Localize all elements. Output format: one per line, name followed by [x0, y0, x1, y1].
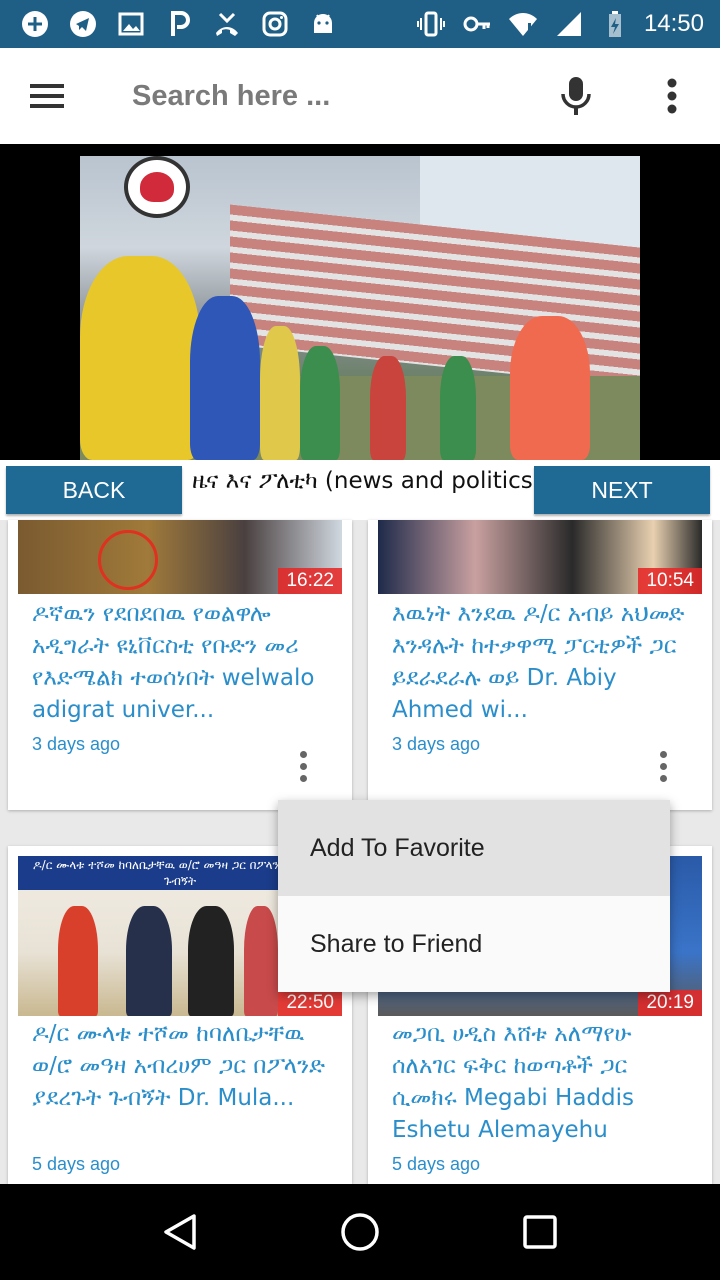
next-button[interactable]: NEXT: [534, 466, 710, 514]
duration-badge: 10:54: [638, 568, 702, 594]
search-input[interactable]: Search here ...: [96, 80, 528, 113]
card-more-icon[interactable]: [648, 744, 678, 788]
image-icon: [114, 7, 148, 41]
video-player-figure: [440, 356, 476, 460]
video-player-figure: [300, 346, 340, 460]
android-icon: [306, 7, 340, 41]
wifi-icon: [506, 7, 540, 41]
search-toolbar: Search here ...: [0, 48, 720, 144]
video-date: 5 days ago: [392, 1154, 481, 1174]
video-player-figure: [80, 256, 200, 460]
status-time: 14:50: [643, 10, 704, 37]
duration-badge: 20:19: [638, 990, 702, 1016]
back-button[interactable]: BACK: [6, 466, 182, 514]
video-title[interactable]: እዉነት እንደዉ ዶ/ር አብይ አህመድ እንዳሉት ከተቃዋሚ ፓርቲዎች…: [392, 598, 694, 726]
battery-charging-icon: [598, 7, 632, 41]
video-thumbnail[interactable]: 10:54: [378, 520, 702, 594]
video-thumbnail[interactable]: 16:22: [18, 520, 342, 594]
video-card[interactable]: 10:54 እዉነት እንደዉ ዶ/ር አብይ አህመድ እንዳሉት ከተቃዋሚ…: [368, 520, 712, 810]
card-more-icon[interactable]: [288, 744, 318, 788]
add-circle-icon: [18, 7, 52, 41]
system-navigation-bar: [0, 1184, 720, 1280]
recents-square-icon[interactable]: [510, 1202, 570, 1262]
key-icon: [460, 7, 494, 41]
status-bar: 14:50: [0, 0, 720, 48]
video-title[interactable]: ዶኛዉን የደበደበዉ የወልዋሎ አዲግራት ዩኒቨርስቲ የቡድን መሪ የ…: [32, 598, 334, 726]
home-circle-icon[interactable]: [330, 1202, 390, 1262]
signal-icon: [552, 7, 586, 41]
video-player-figure: [260, 326, 300, 460]
card-popup-menu: Add To Favorite Share to Friend: [278, 800, 670, 992]
hamburger-menu-icon[interactable]: [0, 48, 96, 144]
video-frame: [80, 156, 640, 460]
missed-call-icon: [210, 7, 244, 41]
add-to-favorite-item[interactable]: Add To Favorite: [278, 800, 670, 896]
app-root: 14:50 Search here ... BACK ዜና እና ፖለቲካ (n…: [0, 0, 720, 1280]
video-player-figure: [190, 296, 260, 460]
video-card[interactable]: 16:22 ዶኛዉን የደበደበዉ የወልዋሎ አዲግራት ዩኒቨርስቲ የቡድ…: [8, 520, 352, 810]
video-player[interactable]: [0, 144, 720, 460]
category-nav: BACK ዜና እና ፖለቲካ (news and politics) NEXT: [0, 460, 720, 520]
share-to-friend-item[interactable]: Share to Friend: [278, 896, 670, 992]
video-date: 5 days ago: [32, 1154, 121, 1174]
video-title[interactable]: መጋቢ ሀዲስ እሸቱ አለማየሁ ሰለአገር ፍቅር ከወጣቶች ጋር ሲመክ…: [392, 1018, 694, 1146]
vibrate-icon: [414, 7, 448, 41]
telegram-icon: [66, 7, 100, 41]
video-title[interactable]: ዶ/ር ሙላቱ ተሾመ ከባለቤታቸዉ ወ/ሮ መዓዛ አብረሀም ጋር በፖላ…: [32, 1018, 334, 1146]
category-title: ዜና እና ፖለቲካ (news and politics): [192, 468, 542, 494]
microphone-icon[interactable]: [528, 48, 624, 144]
instagram-icon: [258, 7, 292, 41]
video-date: 3 days ago: [32, 734, 121, 754]
video-player-figure: [370, 356, 406, 460]
more-vert-icon[interactable]: [624, 48, 720, 144]
channel-logo: [124, 156, 190, 218]
parking-icon: [162, 7, 196, 41]
duration-badge: 16:22: [278, 568, 342, 594]
video-date: 3 days ago: [392, 734, 481, 754]
back-triangle-icon[interactable]: [150, 1202, 210, 1262]
status-right-icons: 14:50: [414, 0, 720, 48]
status-left-icons: [0, 0, 340, 48]
video-player-figure: [510, 316, 590, 460]
duration-badge: 22:50: [278, 990, 342, 1016]
